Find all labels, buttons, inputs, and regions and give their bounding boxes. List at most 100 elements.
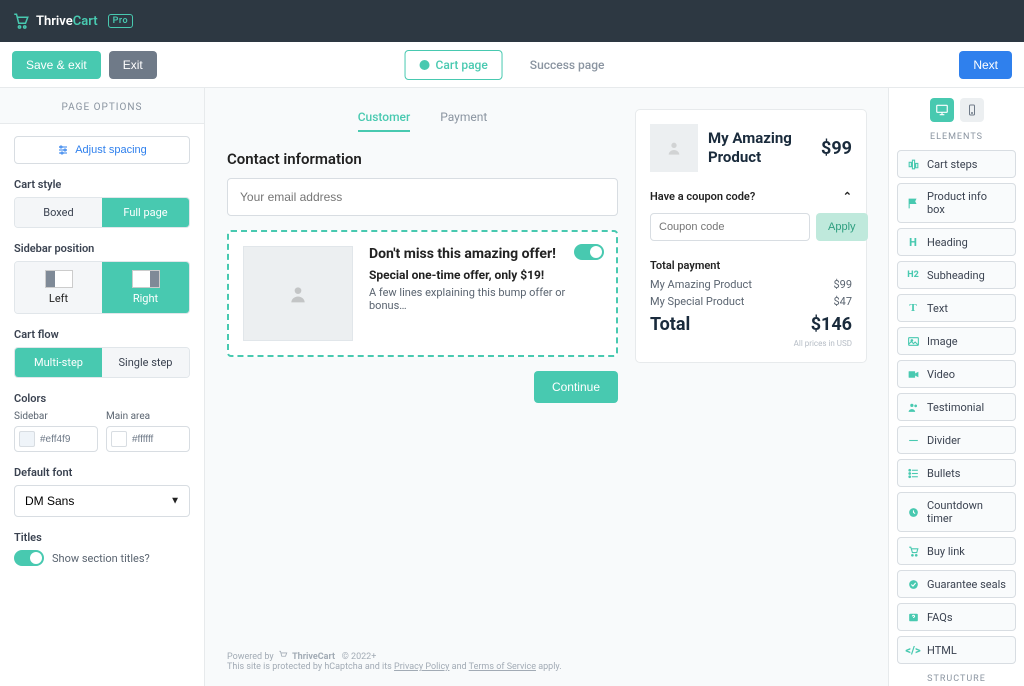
footer-privacy-link[interactable]: Privacy Policy [394,662,449,672]
default-font-label: Default font [14,466,190,479]
bump-toggle[interactable] [574,244,604,260]
tab-cart-page[interactable]: Cart page [405,50,503,80]
show-section-titles-toggle[interactable] [14,550,44,566]
element-subheading[interactable]: H2Subheading [897,261,1016,289]
element-label: Heading [927,236,968,249]
line-item-value: $99 [833,278,852,291]
element-label: Divider [927,434,961,447]
sidebar-position-seg: Left Right [14,261,190,314]
sidebar-position-label: Sidebar position [14,242,190,255]
element-bullets[interactable]: Bullets [897,459,1016,487]
grand-total-value: $146 [811,314,852,335]
element-video[interactable]: Video [897,360,1016,388]
titles-label: Titles [14,531,190,544]
coupon-toggle[interactable]: Have a coupon code? ⌃ [650,190,852,203]
sliders-icon [57,144,69,156]
color-sidebar-input[interactable] [14,426,98,452]
steps-icon [906,157,920,171]
tab-active-dot-icon [420,60,430,70]
structure-heading: STRUCTURE [897,674,1016,684]
faq-icon [906,610,920,624]
element-text[interactable]: TText [897,294,1016,322]
cart-icon [906,544,920,558]
T-icon: T [906,301,920,315]
check-icon [906,577,920,591]
cart-flow-multi[interactable]: Multi-step [15,348,102,377]
default-font-select[interactable]: DM Sans [14,485,190,517]
element-label: Bullets [927,467,960,480]
element-label: Buy link [927,545,965,558]
cart-style-seg: Boxed Full page [14,197,190,228]
logo-text-1: Thrive [36,14,73,29]
adjust-spacing-label: Adjust spacing [75,144,147,156]
cart-flow-label: Cart flow [14,328,190,341]
element-label: Video [927,368,955,381]
element-heading[interactable]: H Heading [897,228,1016,256]
person-icon [288,284,308,304]
line-item-label: My Special Product [650,295,744,308]
H-icon: H [906,235,920,249]
device-mobile-button[interactable] [960,98,984,122]
footer-legal-pre: This site is protected by hCaptcha and i… [227,662,394,672]
color-sidebar-label: Sidebar [14,411,98,422]
element-buy-link[interactable]: Buy link [897,537,1016,565]
element-html[interactable]: </>HTML [897,636,1016,664]
order-summary-card: My Amazing Product $99 Have a coupon cod… [636,110,866,362]
cart-flow-seg: Multi-step Single step [14,347,190,378]
exit-button[interactable]: Exit [109,51,157,79]
topbar: ThriveCart Pro [0,0,1024,42]
element-label: FAQs [927,611,953,624]
apply-coupon-button[interactable]: Apply [816,213,868,241]
adjust-spacing-button[interactable]: Adjust spacing [14,136,190,164]
position-preview-left-icon [45,270,73,288]
sidebar-position-right[interactable]: Right [102,262,189,313]
cart-flow-single[interactable]: Single step [102,348,189,377]
elements-heading: ELEMENTS [897,132,1016,142]
footer-tos-link[interactable]: Terms of Service [469,662,536,672]
color-sidebar-field[interactable] [35,434,87,445]
element-countdown-timer[interactable]: Countdown timer [897,492,1016,532]
cart-style-boxed[interactable]: Boxed [15,198,102,227]
logo-text-2: Cart [73,14,98,29]
bump-offer-box[interactable]: Don't miss this amazing offer! Special o… [227,230,618,357]
bullets-icon [906,466,920,480]
continue-button[interactable]: Continue [534,371,618,403]
element-divider[interactable]: Divider [897,426,1016,454]
element-faqs[interactable]: FAQs [897,603,1016,631]
desktop-icon [935,103,949,117]
element-image[interactable]: Image [897,327,1016,355]
show-section-titles-label: Show section titles? [52,552,150,565]
bump-description: A few lines explaining this bump offer o… [369,286,602,312]
step-customer[interactable]: Customer [358,110,410,132]
element-product-info-box[interactable]: Product info box [897,183,1016,223]
sidebar-position-left-label: Left [49,292,68,305]
elements-panel: ELEMENTS Cart steps Product info box H Head… [888,88,1024,686]
tab-success-page[interactable]: Success page [515,50,620,80]
element-guarantee-seals[interactable]: Guarantee seals [897,570,1016,598]
product-price: $99 [821,138,852,159]
line-item: My Special Product$47 [650,295,852,308]
currency-note: All prices in USD [650,339,852,348]
save-exit-button[interactable]: Save & exit [12,51,101,79]
sidebar-position-left[interactable]: Left [15,262,102,313]
step-payment[interactable]: Payment [440,110,487,132]
grand-total-label: Total [650,314,690,335]
device-desktop-button[interactable] [930,98,954,122]
cart-style-full[interactable]: Full page [102,198,189,227]
coupon-input[interactable] [650,213,810,241]
bump-title: Don't miss this amazing offer! [369,246,602,262]
element-testimonial[interactable]: Testimonial [897,393,1016,421]
H2-icon: H2 [906,268,920,282]
clock-icon [906,505,920,519]
email-input[interactable] [227,178,618,216]
element-label: Testimonial [927,401,984,414]
color-main-input[interactable] [106,426,190,452]
element-cart-steps[interactable]: Cart steps [897,150,1016,178]
divider-icon [906,433,920,447]
video-icon [906,367,920,381]
footer-logo-icon [278,650,288,660]
next-button[interactable]: Next [959,51,1012,79]
color-main-field[interactable] [127,434,179,445]
code-icon: </> [906,643,920,657]
element-label: Product info box [927,190,1007,216]
